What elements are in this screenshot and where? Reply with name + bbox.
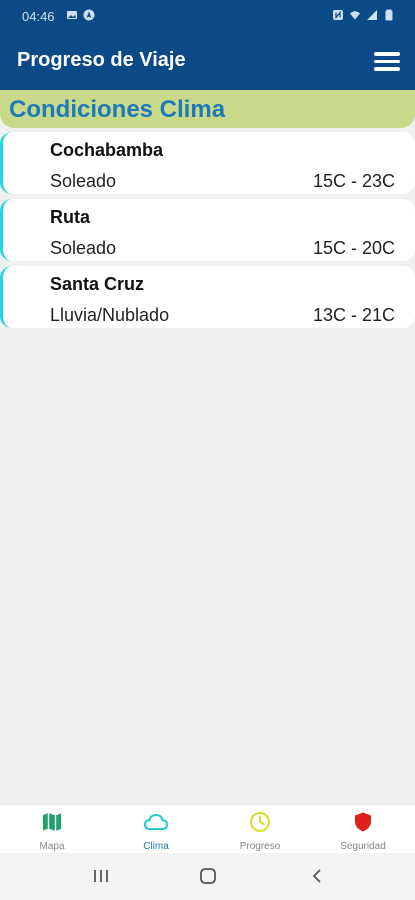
- temperature-range: 15C - 20C: [312, 238, 395, 258]
- weather-condition: Lluvia/Nublado: [50, 305, 170, 325]
- nav-label-mapa: Mapa: [39, 841, 65, 852]
- nav-item-clima[interactable]: Clima: [104, 805, 208, 854]
- status-bar: 04:46: [0, 0, 415, 34]
- city-name: Santa Cruz: [50, 274, 145, 294]
- weather-card[interactable]: Cochabamba Soleado 15C - 23C: [0, 132, 415, 194]
- nav-item-progreso[interactable]: Progreso: [208, 805, 312, 854]
- page-title: Progreso de Viaje: [17, 49, 186, 71]
- weather-card[interactable]: Ruta Soleado 15C - 20C: [0, 199, 415, 261]
- recent-apps-icon[interactable]: [92, 867, 110, 885]
- app-bar: Progreso de Viaje: [0, 34, 415, 90]
- wifi-icon: [350, 11, 360, 20]
- weather-card[interactable]: Santa Cruz Lluvia/Nublado 13C - 21C: [0, 266, 415, 328]
- weather-condition: Soleado: [50, 238, 117, 258]
- back-icon[interactable]: [308, 867, 326, 885]
- status-left-icons: [66, 9, 95, 21]
- weather-condition: Soleado: [50, 171, 117, 191]
- nfc-icon: [333, 10, 343, 20]
- nav-label-seguridad: Seguridad: [340, 841, 386, 852]
- signal-icon: [367, 10, 377, 20]
- cloud-icon: [143, 813, 169, 830]
- temperature-range: 13C - 21C: [312, 305, 395, 325]
- system-nav-bar: [0, 853, 415, 900]
- status-right-icons: [332, 9, 395, 21]
- status-time: 04:46: [22, 9, 55, 24]
- nav-label-progreso: Progreso: [239, 841, 281, 852]
- map-icon: [43, 813, 61, 831]
- city-name: Ruta: [50, 207, 90, 227]
- clock-icon: [250, 812, 270, 832]
- image-icon: [67, 11, 77, 19]
- temperature-range: 15C - 23C: [312, 171, 395, 191]
- nav-item-mapa[interactable]: Mapa: [0, 805, 104, 854]
- section-header: Condiciones Clima: [0, 90, 415, 128]
- navigation-icon: [83, 9, 95, 21]
- shield-icon: [355, 812, 371, 832]
- section-title: Condiciones Clima: [9, 96, 226, 123]
- nav-item-seguridad[interactable]: Seguridad: [311, 805, 415, 854]
- home-icon[interactable]: [199, 867, 217, 885]
- menu-button[interactable]: [373, 49, 401, 73]
- bottom-nav: Mapa Clima Progreso Seguridad: [0, 804, 415, 853]
- nav-label-clima: Clima: [143, 841, 169, 852]
- city-name: Cochabamba: [50, 140, 164, 160]
- battery-icon: [385, 9, 393, 21]
